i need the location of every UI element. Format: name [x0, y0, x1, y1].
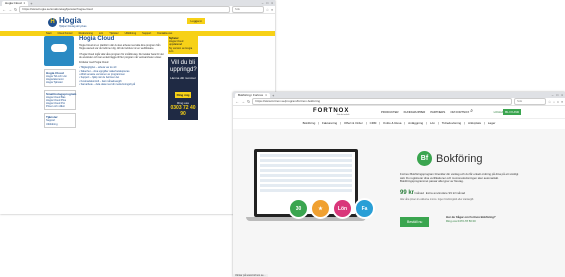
window-close-icon[interactable]: × — [561, 93, 563, 98]
menu-item[interactable]: OM FORTNOX — [450, 110, 469, 114]
ad-question: Vill du bli uppringd? — [170, 60, 197, 73]
back-icon[interactable]: ← — [235, 99, 239, 104]
maximize-icon[interactable]: □ — [556, 93, 558, 98]
sidebar-link[interactable]: Utbildning — [46, 123, 74, 126]
price-value: 99 kr — [400, 190, 415, 196]
sidebar-box: Hogia Cloud Hogia Tid och Lön Hogia Ekon… — [44, 69, 76, 87]
left-sidebar: Hogia Cloud Hogia Tid och Lön Hogia Ekon… — [44, 36, 76, 131]
list-item: • Samarbete – dela data med din redovisn… — [79, 82, 136, 86]
product-nav-item[interactable]: Offert & Order — [344, 119, 363, 127]
call-me-button[interactable]: Ring mig — [174, 92, 192, 99]
product-nav-item[interactable]: Kvitto & Resa — [383, 119, 401, 127]
window-close-icon[interactable]: × — [271, 1, 273, 6]
news-box: Nyheter Hogia Cloud uppdaterad Ny versio… — [168, 36, 198, 55]
main-content: Hogia Cloud Hogia Cloud är en plattform … — [79, 36, 164, 86]
forward-icon[interactable]: → — [8, 7, 12, 12]
browser-window-fortnox: Bokföring i Fortnox × + – □ × ← → ↻ http… — [233, 92, 565, 277]
price-subtext: Alla våra priser är exklusive moms. Inge… — [400, 198, 475, 201]
callback-ad: Vill du bli uppringd? Lämna ditt nummer … — [168, 57, 198, 121]
menu-item[interactable]: KUNDGRUPPER — [404, 110, 426, 114]
price-unit: /månad — [414, 191, 425, 195]
product-nav-item[interactable]: Lager — [488, 119, 496, 127]
main-menu: PRODUKTER KUNDGRUPPER PARTNERS OM FORTNO… — [381, 110, 469, 114]
paragraph: Hogia Cloud är en plattform där du kan a… — [79, 44, 161, 51]
fortnox-logo[interactable]: FORTNOX Gör det enkelt — [313, 108, 349, 116]
sidebar-link[interactable]: Hogia Tjänster — [46, 81, 74, 84]
product-nav: Bokföring | Fakturering | Offert & Order | … — [302, 119, 496, 127]
salary-badge: Lön — [332, 198, 353, 219]
search-input[interactable]: Sök — [513, 98, 546, 105]
right-column: Nyheter Hogia Cloud uppdaterad Ny versio… — [168, 36, 198, 121]
hogia-logo[interactable]: H Hogia Hjälper företag att lyckas — [48, 17, 87, 28]
phone-number[interactable]: 0303 72 40 90 — [170, 105, 196, 117]
menu-item[interactable]: PRODUKTER — [381, 110, 399, 114]
url-field[interactable]: https://www.fortnox.se/program/fortnox-b… — [252, 98, 512, 105]
url-field[interactable]: https://www.hogia.se/smaforetag/tjanster… — [19, 6, 230, 13]
help-phone-link[interactable]: Ring oss 0470-78 50 00 — [446, 219, 496, 224]
sidebar-link[interactable]: Priser och villkor — [46, 105, 74, 108]
price: 99 kr/månad Extra användare 99 kr/månad — [400, 190, 465, 196]
forward-icon[interactable]: → — [241, 99, 245, 104]
product-nav-item[interactable]: CRM — [370, 119, 377, 127]
product-nav-item[interactable]: Fakturering — [322, 119, 337, 127]
days-badge: 30 — [288, 198, 309, 219]
login-button[interactable]: Logga in — [187, 18, 205, 24]
home-icon[interactable]: ⌂ — [557, 100, 559, 104]
product-heading: Bf Bokföring — [417, 151, 482, 166]
order-button[interactable]: Beställ nu — [400, 217, 430, 227]
menu-icon[interactable]: ≡ — [271, 8, 273, 12]
product-nav-item[interactable]: Bokföring — [303, 119, 316, 127]
become-customer-button[interactable]: BLI KUND — [503, 109, 521, 115]
menu-item[interactable]: PARTNERS — [430, 110, 445, 114]
star-icon[interactable]: ☆ — [266, 8, 269, 12]
paragraph: Fördelar med Hogia Cloud: — [79, 61, 110, 65]
hogia-logo-name: Hogia — [59, 16, 82, 25]
product-nav-item[interactable]: Anläggning — [408, 119, 423, 127]
maximize-icon[interactable]: □ — [266, 1, 268, 6]
price-note: Extra användare 99 kr/månad — [425, 191, 466, 195]
product-title: Bokföring — [436, 152, 483, 165]
star-icon[interactable]: ☆ — [548, 100, 551, 104]
search-input[interactable]: Sök — [231, 6, 264, 13]
sidebar-box: Smaföretagsprogram Hogia Cloud Bas Hogia… — [44, 89, 76, 111]
hogia-logo-mark: H — [48, 18, 57, 27]
site-header: FORTNOX Gör det enkelt PRODUKTER KUNDGRU… — [233, 106, 565, 119]
benefit-list: • Tillgänglighet – arbeta var du vill • … — [79, 66, 164, 86]
menu-icon[interactable]: ≡ — [561, 100, 563, 104]
fortnox-tagline: Gör det enkelt — [336, 114, 350, 116]
product-nav-item[interactable]: Arkivplats — [468, 119, 481, 127]
tab-title: Hogia Cloud — [5, 1, 22, 5]
invoice-badge: Fa — [354, 198, 375, 219]
page-body: Hogia Cloud Hogia Tid och Lön Hogia Ekon… — [44, 36, 214, 214]
ad-subtitle: Lämna ditt nummer — [170, 76, 196, 81]
site-header: H Hogia Hjälper företag att lyckas Logga… — [0, 14, 275, 31]
badge-row: 30 ★ Lön Fa — [288, 198, 375, 219]
reload-icon[interactable]: ↻ — [247, 99, 250, 104]
back-icon[interactable]: ← — [2, 7, 6, 12]
hero-section: 30 ★ Lön Fa Bf Bokföring Fortnox Bokföri… — [233, 129, 565, 277]
minimize-icon[interactable]: – — [552, 93, 554, 98]
page-title: Hogia Cloud — [79, 36, 115, 42]
search-icon[interactable]: ⌕ — [470, 108, 473, 114]
paragraph: I Hogia Cloud ingår alla våra program fö… — [79, 52, 164, 59]
address-toolbar: ← → ↻ https://www.hogia.se/smaforetag/tj… — [0, 6, 275, 14]
cloud-icon — [51, 44, 67, 52]
product-nav-item[interactable]: Lön — [430, 119, 435, 127]
reload-icon[interactable]: ↻ — [14, 7, 17, 12]
sidebar-box: Tjänster Support Utbildning — [44, 113, 76, 128]
laptop-illustration: 30 ★ Lön Fa — [246, 149, 375, 235]
address-toolbar: ← → ↻ https://www.fortnox.se/program/for… — [233, 98, 565, 106]
bokforing-icon: Bf — [417, 151, 432, 166]
star-badge: ★ — [310, 198, 331, 219]
help-text: Hur du frågar om Fortnox Bokföring? Ring… — [446, 215, 496, 224]
cloud-illustration — [44, 36, 74, 66]
news-link[interactable]: Ny version av Hogia Lön — [169, 47, 197, 53]
hogia-tagline: Hjälper företag att lyckas — [59, 25, 87, 28]
product-nav-item[interactable]: Tidredovisning — [442, 119, 461, 127]
download-icon[interactable]: ↓ — [553, 100, 555, 104]
product-description: Fortnox Bokföringsprogram förenklar din … — [400, 172, 519, 184]
